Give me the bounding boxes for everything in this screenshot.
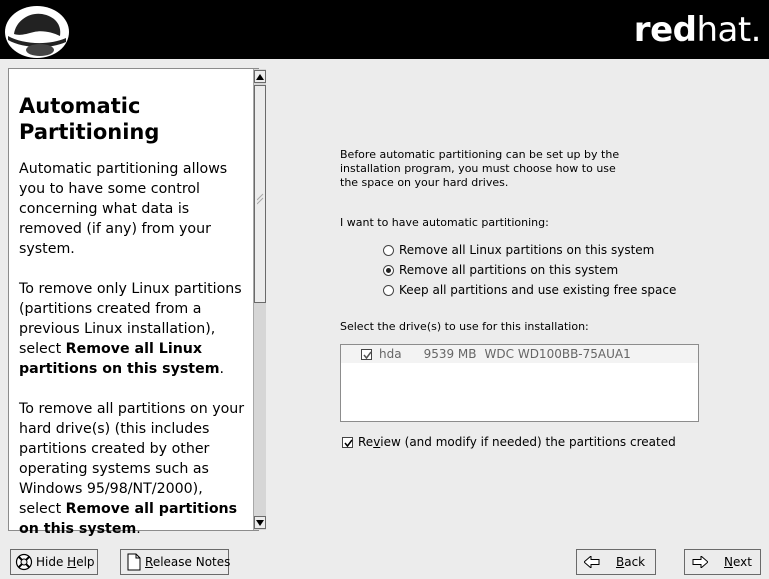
radio-label: Remove all Linux partitions on this syst… bbox=[399, 243, 655, 257]
brand-bold: red bbox=[633, 10, 697, 50]
scroll-up-arrow-icon bbox=[256, 73, 264, 80]
document-icon bbox=[126, 553, 142, 571]
check-icon bbox=[363, 351, 372, 359]
intro-text: Before automatic partitioning can be set… bbox=[340, 148, 620, 189]
radio-label: Keep all partitions and use existing fre… bbox=[399, 283, 677, 297]
back-button[interactable]: Back bbox=[576, 549, 656, 575]
radio-label: Remove all partitions on this system bbox=[399, 263, 619, 277]
left-arrow-icon bbox=[584, 556, 600, 568]
drive-row-hda[interactable]: hda 9539 MB WDC WD100BB-75AUA1 bbox=[341, 345, 698, 363]
back-label-accel: B bbox=[616, 555, 625, 569]
help-title-line1: Automatic bbox=[19, 94, 141, 118]
review-label-start: Re bbox=[358, 435, 374, 449]
redhat-logo-icon bbox=[2, 2, 72, 59]
help-paragraph-2: To remove only Linux partitions (partiti… bbox=[19, 279, 247, 379]
scroll-up-button[interactable] bbox=[254, 70, 266, 83]
radio-remove-all-partitions[interactable]: Remove all partitions on this system bbox=[383, 262, 618, 278]
back-label-end: ack bbox=[624, 555, 646, 569]
redhat-wordmark: redhat. bbox=[633, 10, 762, 50]
drives-label: Select the drive(s) to use for this inst… bbox=[340, 320, 589, 333]
hide-help-label-accel: H bbox=[67, 555, 77, 569]
hide-help-label-start: Hide bbox=[36, 555, 68, 569]
radio-button[interactable] bbox=[383, 284, 394, 296]
scroll-thumb[interactable] bbox=[254, 85, 266, 303]
next-label-accel: N bbox=[724, 555, 733, 569]
help-paragraph-3-end: . bbox=[136, 521, 141, 537]
help-paragraph-2-end: . bbox=[219, 361, 225, 377]
next-button[interactable]: Next bbox=[684, 549, 761, 575]
drive-list[interactable]: hda 9539 MB WDC WD100BB-75AUA1 bbox=[340, 344, 699, 422]
question-label: I want to have automatic partitioning: bbox=[340, 216, 549, 229]
scroll-down-button[interactable] bbox=[254, 516, 266, 529]
radio-button-selected[interactable] bbox=[383, 264, 394, 276]
release-notes-label: Release Notes bbox=[145, 555, 230, 569]
review-partitions-option[interactable]: Review (and modify if needed) the partit… bbox=[342, 435, 676, 449]
drive-size: 9539 MB bbox=[423, 347, 477, 361]
header-banner: redhat. bbox=[0, 0, 769, 59]
next-label-end: ext bbox=[732, 555, 752, 569]
next-label: Next bbox=[724, 555, 752, 569]
help-title-line2: Partitioning bbox=[19, 120, 160, 144]
drive-checkbox[interactable] bbox=[361, 348, 372, 360]
scroll-down-arrow-icon bbox=[256, 519, 264, 526]
radio-keep-all-partitions[interactable]: Keep all partitions and use existing fre… bbox=[383, 282, 676, 298]
right-arrow-icon bbox=[692, 556, 708, 568]
radio-button[interactable] bbox=[383, 244, 394, 256]
drive-name: hda bbox=[379, 347, 402, 361]
help-scrollbar[interactable] bbox=[253, 69, 266, 530]
radio-remove-linux-partitions[interactable]: Remove all Linux partitions on this syst… bbox=[383, 242, 654, 258]
hide-help-label: Hide Help bbox=[36, 555, 95, 569]
help-panel: Automatic Partitioning Automatic partiti… bbox=[8, 68, 266, 537]
help-title: Automatic Partitioning bbox=[19, 93, 247, 145]
help-paragraph-3: To remove all partitions on your hard dr… bbox=[19, 399, 247, 539]
review-checkbox[interactable] bbox=[342, 436, 353, 448]
hide-help-button[interactable]: Hide Help bbox=[10, 549, 98, 575]
release-notes-label-end: elease Notes bbox=[152, 555, 231, 569]
back-label: Back bbox=[616, 555, 645, 569]
review-label-end: iew (and modify if needed) the partition… bbox=[380, 435, 676, 449]
review-label: Review (and modify if needed) the partit… bbox=[358, 435, 676, 449]
lifebuoy-icon bbox=[15, 553, 33, 571]
help-paragraph-1: Automatic partitioning allows you to hav… bbox=[19, 161, 228, 257]
release-notes-label-accel: R bbox=[145, 555, 153, 569]
hide-help-label-end: elp bbox=[76, 555, 95, 569]
scroll-grip-icon bbox=[257, 193, 264, 205]
help-paragraph-3-text: To remove all partitions on your hard dr… bbox=[19, 401, 245, 517]
brand-thin: hat. bbox=[696, 10, 761, 50]
partitioning-options: Before automatic partitioning can be set… bbox=[340, 148, 740, 449]
release-notes-button[interactable]: Release Notes bbox=[120, 549, 230, 575]
help-text: Automatic Partitioning Automatic partiti… bbox=[19, 93, 247, 559]
drive-model: WDC WD100BB-75AUA1 bbox=[484, 347, 631, 361]
check-icon bbox=[344, 439, 353, 447]
